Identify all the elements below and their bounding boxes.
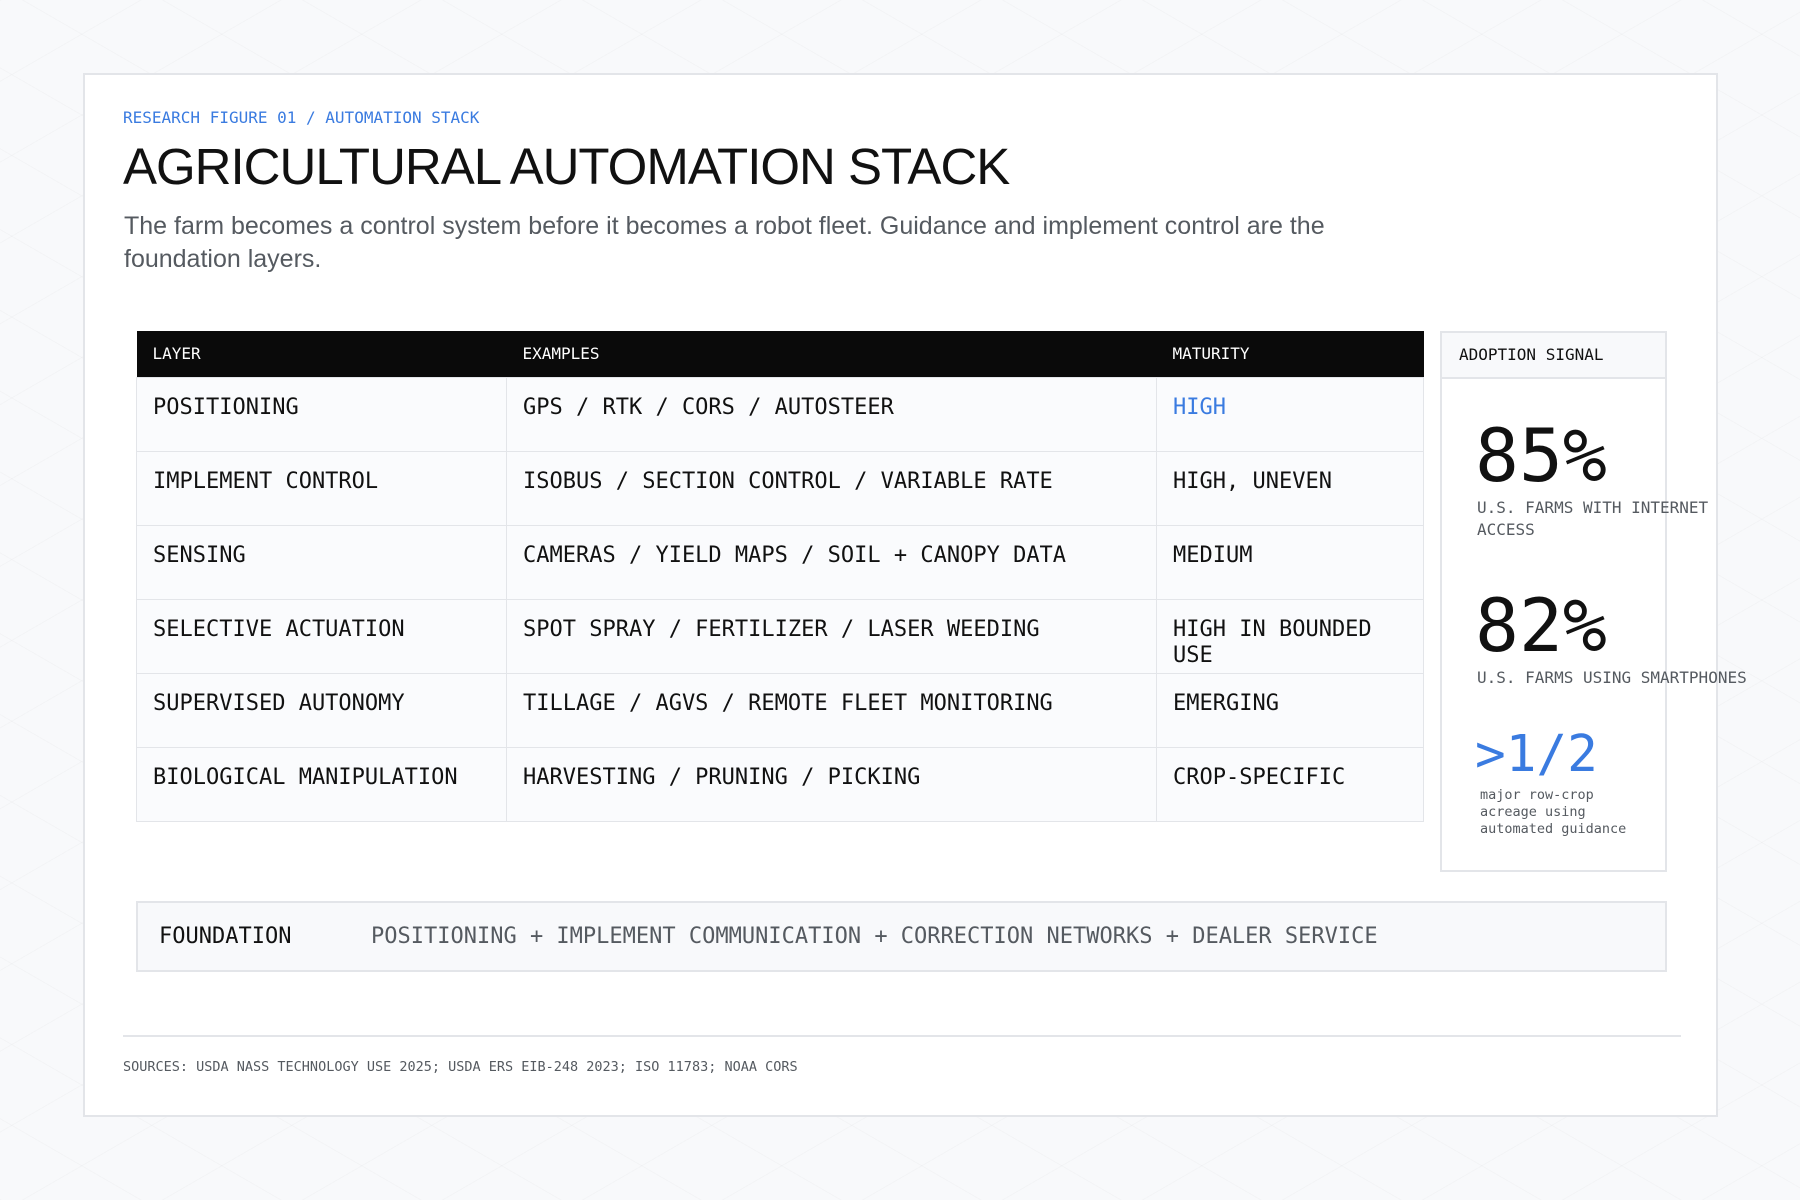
examples-cell: HARVESTING / PRUNING / PICKING [506,746,1157,822]
footer-divider [123,1035,1681,1037]
maturity-cell: EMERGING [1156,672,1424,748]
maturity-cell: CROP-SPECIFIC [1156,746,1424,822]
adoption-signal-panel: ADOPTION SIGNAL 85% U.S. FARMS WITH INTE… [1440,331,1747,872]
examples-cell: SPOT SPRAY / FERTILIZER / LASER WEEDING [506,598,1157,674]
internet-access-stat: 85% [1475,414,1607,499]
page-title: AGRICULTURAL AUTOMATION STACK [123,138,1010,195]
layer-cell: SELECTIVE ACTUATION [136,598,507,674]
layer-cell: IMPLEMENT CONTROL [136,450,507,526]
column-header-layer: LAYER [136,331,507,377]
maturity-cell: HIGH IN BOUNDED USE [1156,598,1424,674]
figure-card: RESEARCH FIGURE 01 / AUTOMATION STACK AG… [83,73,1747,1117]
table-row: SELECTIVE ACTUATION SPOT SPRAY / FERTILI… [136,598,1424,674]
table-header-row: LAYER EXAMPLES MATURITY [136,331,1424,377]
table-row: SUPERVISED AUTONOMY TILLAGE / AGVS / REM… [136,672,1424,748]
maturity-cell: MEDIUM [1156,524,1424,600]
stack-table-wrapper: LAYER EXAMPLES MATURITY POSITIONING GPS … [136,331,1424,822]
column-header-examples: EXAMPLES [506,331,1157,377]
layer-cell: SENSING [136,524,507,600]
table-row: IMPLEMENT CONTROL ISOBUS / SECTION CONTR… [136,450,1424,526]
column-header-maturity: MATURITY [1156,331,1424,377]
foundation-text: POSITIONING + IMPLEMENT COMMUNICATION + … [371,924,1378,949]
internet-access-label: U.S. FARMS WITH INTERNET ACCESS [1477,498,1709,539]
examples-cell: GPS / RTK / CORS / AUTOSTEER [506,376,1157,452]
smartphone-stat: 82% [1475,584,1607,669]
layer-cell: BIOLOGICAL MANIPULATION [136,746,507,822]
layer-cell: POSITIONING [136,376,507,452]
examples-cell: ISOBUS / SECTION CONTROL / VARIABLE RATE [506,450,1157,526]
automation-stack-table: LAYER EXAMPLES MATURITY POSITIONING GPS … [136,331,1424,822]
sources-footnote: SOURCES: USDA NASS TECHNOLOGY USE 2025; … [123,1059,798,1075]
layer-cell: SUPERVISED AUTONOMY [136,672,507,748]
foundation-bar: FOUNDATION POSITIONING + IMPLEMENT COMMU… [136,901,1667,972]
page-subtitle: The farm becomes a control system before… [124,212,1325,273]
maturity-cell: HIGH [1156,376,1424,452]
examples-cell: CAMERAS / YIELD MAPS / SOIL + CANOPY DAT… [506,524,1157,600]
table-row: BIOLOGICAL MANIPULATION HARVESTING / PRU… [136,746,1424,822]
table-row: POSITIONING GPS / RTK / CORS / AUTOSTEER… [136,376,1424,452]
maturity-cell: HIGH, UNEVEN [1156,450,1424,526]
guidance-label: major row-crop acreage using automated g… [1480,787,1627,837]
smartphone-label: U.S. FARMS USING SMARTPHONES [1477,668,1747,687]
guidance-stat: >1/2 [1475,725,1598,784]
adoption-signal-heading: ADOPTION SIGNAL [1442,333,1665,379]
foundation-label: FOUNDATION [159,924,292,949]
table-row: SENSING CAMERAS / YIELD MAPS / SOIL + CA… [136,524,1424,600]
figure-eyebrow: RESEARCH FIGURE 01 / AUTOMATION STACK [123,108,480,127]
examples-cell: TILLAGE / AGVS / REMOTE FLEET MONITORING [506,672,1157,748]
